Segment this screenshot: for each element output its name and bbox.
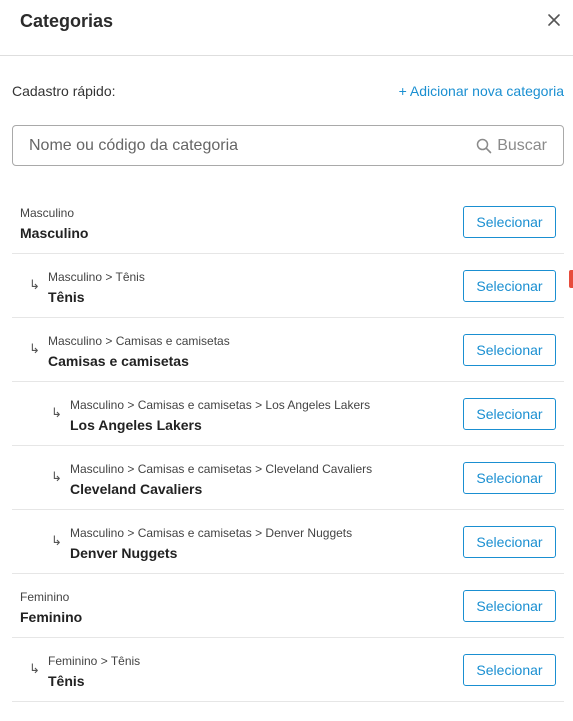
category-path: Masculino > Camisas e camisetas > Los An… [70,398,371,412]
close-button[interactable] [544,10,564,30]
select-button[interactable]: Selecionar [463,654,556,686]
subcategory-arrow-icon: ↳ [51,533,62,548]
category-path: Feminino [20,590,70,604]
search-box: Buscar [12,125,564,166]
subcategory-arrow-icon: ↳ [29,661,40,676]
add-category-link[interactable]: + Adicionar nova categoria [399,82,564,100]
category-path: Masculino > Camisas e camisetas > Clevel… [70,462,373,476]
category-list: Masculino Masculino Selecionar ↳ Masculi… [12,190,564,702]
modal-header: Categorias [0,0,573,56]
category-row: ↳ Masculino > Tênis Tênis Selecionar [12,254,564,318]
close-icon [548,14,560,26]
category-row: ↳ Masculino > Camisas e camisetas > Los … [12,382,564,446]
category-name: Tênis [48,289,85,305]
category-name: Los Angeles Lakers [70,417,202,433]
search-input[interactable] [13,126,453,165]
subcategory-arrow-icon: ↳ [29,277,40,292]
subcategory-arrow-icon: ↳ [51,405,62,420]
category-path: Masculino [20,206,75,220]
category-row: Masculino Masculino Selecionar [12,190,564,254]
select-button[interactable]: Selecionar [463,334,556,366]
category-row: ↳ Feminino > Tênis Tênis Selecionar [12,638,564,702]
subcategory-arrow-icon: ↳ [51,469,62,484]
category-path: Masculino > Camisas e camisetas [48,334,230,348]
category-path: Masculino > Camisas e camisetas > Denver… [70,526,353,540]
select-button[interactable]: Selecionar [463,398,556,430]
quick-add-label: Cadastro rápido: [12,83,116,99]
search-button-label: Buscar [497,137,547,154]
modal-title: Categorias [20,11,114,31]
category-name: Denver Nuggets [70,545,178,561]
category-path: Masculino > Tênis [48,270,145,284]
category-row: ↳ Masculino > Camisas e camisetas Camisa… [12,318,564,382]
select-button[interactable]: Selecionar [463,590,556,622]
category-row: ↳ Masculino > Camisas e camisetas > Denv… [12,510,564,574]
subcategory-arrow-icon: ↳ [29,341,40,356]
category-path: Feminino > Tênis [48,654,141,668]
select-button[interactable]: Selecionar [463,526,556,558]
search-button[interactable]: Buscar [476,136,547,156]
search-icon [476,138,492,154]
category-name: Camisas e camisetas [48,353,189,369]
edge-indicator [569,270,573,288]
category-name: Masculino [20,225,89,241]
category-row: ↳ Masculino > Camisas e camisetas > Clev… [12,446,564,510]
select-button[interactable]: Selecionar [463,270,556,302]
select-button[interactable]: Selecionar [463,206,556,238]
category-row: Feminino Feminino Selecionar [12,574,564,638]
category-name: Tênis [48,673,85,689]
category-name: Cleveland Cavaliers [70,481,203,497]
category-name: Feminino [20,609,83,625]
select-button[interactable]: Selecionar [463,462,556,494]
